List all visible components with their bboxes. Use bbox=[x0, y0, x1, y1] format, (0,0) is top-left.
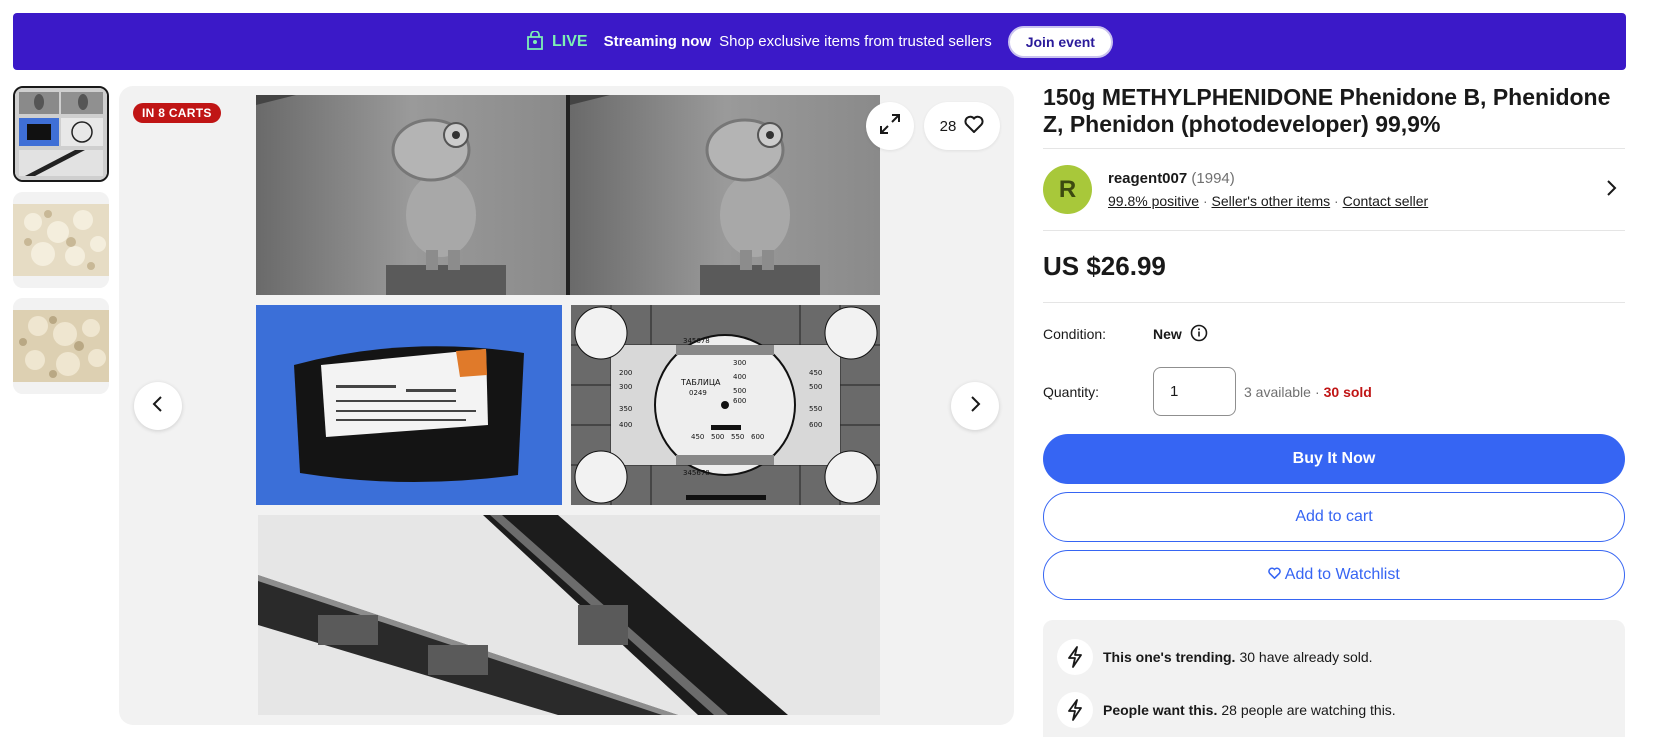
expand-button[interactable] bbox=[866, 102, 914, 150]
condition-row: Condition: New bbox=[1043, 323, 1625, 345]
banner-message: Shop exclusive items from trusted seller… bbox=[719, 33, 992, 50]
trending-text: 30 have already sold. bbox=[1239, 648, 1373, 665]
separator: · bbox=[1202, 193, 1208, 209]
live-label: LIVE bbox=[552, 32, 588, 50]
trending-box: This one's trending. 30 have already sol… bbox=[1043, 620, 1625, 737]
chart-code-text: 0249 bbox=[689, 389, 707, 397]
trending-item: This one's trending. 30 have already sol… bbox=[1057, 630, 1611, 683]
seller-links: 99.8% positive · Seller's other items · … bbox=[1108, 193, 1428, 209]
thumbnail-2[interactable] bbox=[13, 192, 109, 288]
chart-num: 500 bbox=[711, 433, 724, 441]
test-chart-photo: ТАБЛИЦА 0249 345678 345678 300 400 500 6… bbox=[571, 305, 880, 505]
expand-icon bbox=[879, 113, 901, 140]
sellers-other-items-link[interactable]: Seller's other items bbox=[1212, 193, 1331, 209]
chart-num: 400 bbox=[733, 373, 746, 381]
chart-num: 450 bbox=[691, 433, 704, 441]
chart-num: 500 bbox=[733, 387, 746, 395]
film-strip-photo bbox=[258, 515, 880, 715]
thumbnail-3[interactable] bbox=[13, 298, 109, 394]
condition-value: New bbox=[1153, 326, 1182, 342]
thumbnail-1[interactable] bbox=[13, 86, 109, 182]
heart-icon bbox=[964, 115, 984, 137]
stereo-photo bbox=[256, 95, 880, 295]
chart-scale-top: 345678 bbox=[683, 337, 710, 345]
next-image-button[interactable] bbox=[951, 382, 999, 430]
chart-num: 300 bbox=[733, 359, 746, 367]
package-photo bbox=[256, 305, 562, 505]
positive-feedback-link[interactable]: 99.8% positive bbox=[1108, 193, 1199, 209]
trending-item: People want this. 28 people are watching… bbox=[1057, 683, 1611, 736]
join-event-button[interactable]: Join event bbox=[1007, 25, 1113, 58]
lightning-icon bbox=[1057, 638, 1093, 675]
chart-title-text: ТАБЛИЦА bbox=[680, 378, 721, 387]
product-title: 150g METHYLPHENIDONE Phenidone B, Phenid… bbox=[1043, 84, 1625, 149]
image-gallery: ТАБЛИЦА 0249 345678 345678 300 400 500 6… bbox=[119, 86, 1014, 725]
seller-avatar: R bbox=[1043, 165, 1092, 214]
shopping-bag-icon bbox=[526, 30, 546, 53]
chart-num: 300 bbox=[619, 383, 632, 391]
chart-num: 450 bbox=[809, 369, 822, 377]
watchlist-label: Add to Watchlist bbox=[1284, 566, 1400, 583]
available-count: 3 available bbox=[1244, 383, 1311, 400]
chart-num: 350 bbox=[619, 405, 632, 413]
chart-num: 600 bbox=[733, 397, 746, 405]
chart-num: 550 bbox=[809, 405, 822, 413]
trending-bold: People want this. bbox=[1103, 701, 1218, 718]
item-price: US $26.99 bbox=[1043, 231, 1625, 303]
contact-seller-link[interactable]: Contact seller bbox=[1343, 193, 1429, 209]
chart-num: 600 bbox=[809, 421, 822, 429]
buy-it-now-button[interactable]: Buy It Now bbox=[1043, 434, 1625, 484]
chevron-right-icon bbox=[968, 395, 982, 418]
quantity-label: Quantity: bbox=[1043, 383, 1100, 400]
chart-num: 400 bbox=[619, 421, 632, 429]
previous-image-button[interactable] bbox=[134, 382, 182, 430]
chart-num: 550 bbox=[731, 433, 744, 441]
trending-bold: This one's trending. bbox=[1103, 648, 1236, 665]
in-carts-badge: IN 8 CARTS bbox=[133, 103, 221, 123]
chevron-right-icon[interactable] bbox=[1605, 179, 1617, 202]
chart-num: 500 bbox=[809, 383, 822, 391]
watch-count: 28 bbox=[939, 117, 957, 135]
sold-count: 30 sold bbox=[1323, 383, 1372, 400]
lightning-icon bbox=[1057, 691, 1093, 728]
seller-name-line: reagent007 (1994) bbox=[1108, 170, 1428, 187]
add-to-cart-button[interactable]: Add to cart bbox=[1043, 492, 1625, 542]
live-event-banner: LIVE Streaming now Shop exclusive items … bbox=[13, 13, 1626, 70]
info-icon[interactable] bbox=[1190, 324, 1208, 345]
heart-icon bbox=[1268, 566, 1285, 583]
add-to-watchlist-button[interactable]: Add to Watchlist bbox=[1043, 550, 1625, 600]
quantity-input[interactable] bbox=[1153, 367, 1236, 416]
chart-scale-bottom: 345678 bbox=[683, 469, 710, 477]
chart-num: 200 bbox=[619, 369, 632, 377]
seller-name[interactable]: reagent007 bbox=[1108, 170, 1187, 187]
item-details-panel: 150g METHYLPHENIDONE Phenidone B, Phenid… bbox=[1043, 84, 1625, 737]
chart-num: 600 bbox=[751, 433, 764, 441]
condition-label: Condition: bbox=[1043, 326, 1107, 342]
watch-count-button[interactable]: 28 bbox=[924, 102, 1000, 150]
trending-text: 28 people are watching this. bbox=[1221, 701, 1396, 718]
separator: · bbox=[1314, 383, 1320, 400]
chevron-left-icon bbox=[151, 395, 165, 418]
separator: · bbox=[1334, 193, 1339, 209]
seller-info: reagent007 (1994) 99.8% positive · Selle… bbox=[1108, 170, 1428, 209]
seller-card[interactable]: R reagent007 (1994) 99.8% positive · Sel… bbox=[1043, 149, 1625, 231]
thumbnail-list bbox=[13, 86, 109, 404]
seller-feedback-score: (1994) bbox=[1191, 170, 1235, 187]
streaming-label: Streaming now bbox=[603, 33, 712, 50]
quantity-row: Quantity: 3 available · 30 sold bbox=[1043, 367, 1625, 416]
